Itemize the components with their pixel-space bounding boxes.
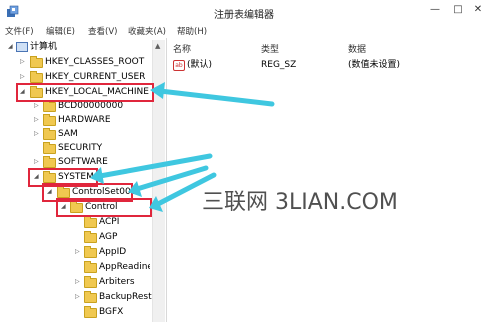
arrowhead-icon bbox=[90, 167, 104, 184]
arrowhead-icon bbox=[150, 82, 165, 99]
watermark-text: 三联网 3LIAN.COM bbox=[202, 190, 398, 215]
arrow-to-hklm bbox=[157, 88, 275, 107]
annotation-arrows bbox=[90, 82, 275, 212]
